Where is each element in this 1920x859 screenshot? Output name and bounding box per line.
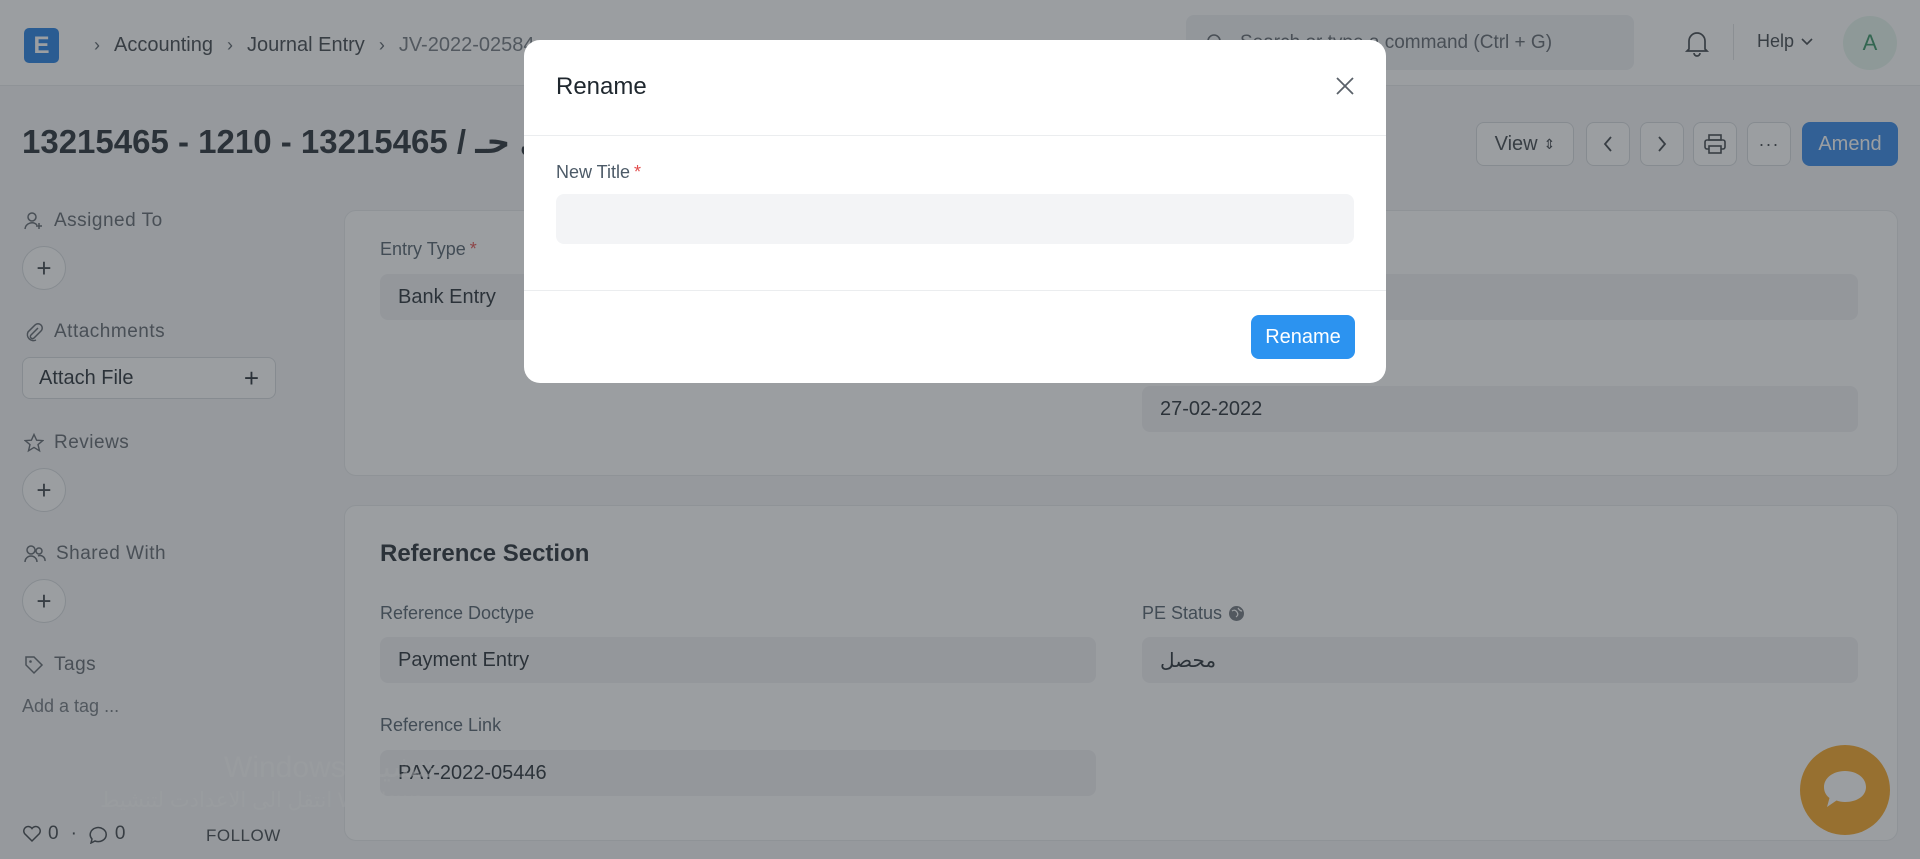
rename-dialog: Rename New Title * Rename (524, 40, 1386, 383)
dialog-title: Rename (556, 73, 647, 100)
close-icon[interactable] (1330, 71, 1360, 101)
new-title-input[interactable] (556, 194, 1354, 244)
rename-button[interactable]: Rename (1251, 315, 1355, 359)
dialog-footer-divider (524, 290, 1386, 291)
new-title-label: New Title * (556, 162, 642, 182)
dialog-header-divider (524, 135, 1386, 136)
